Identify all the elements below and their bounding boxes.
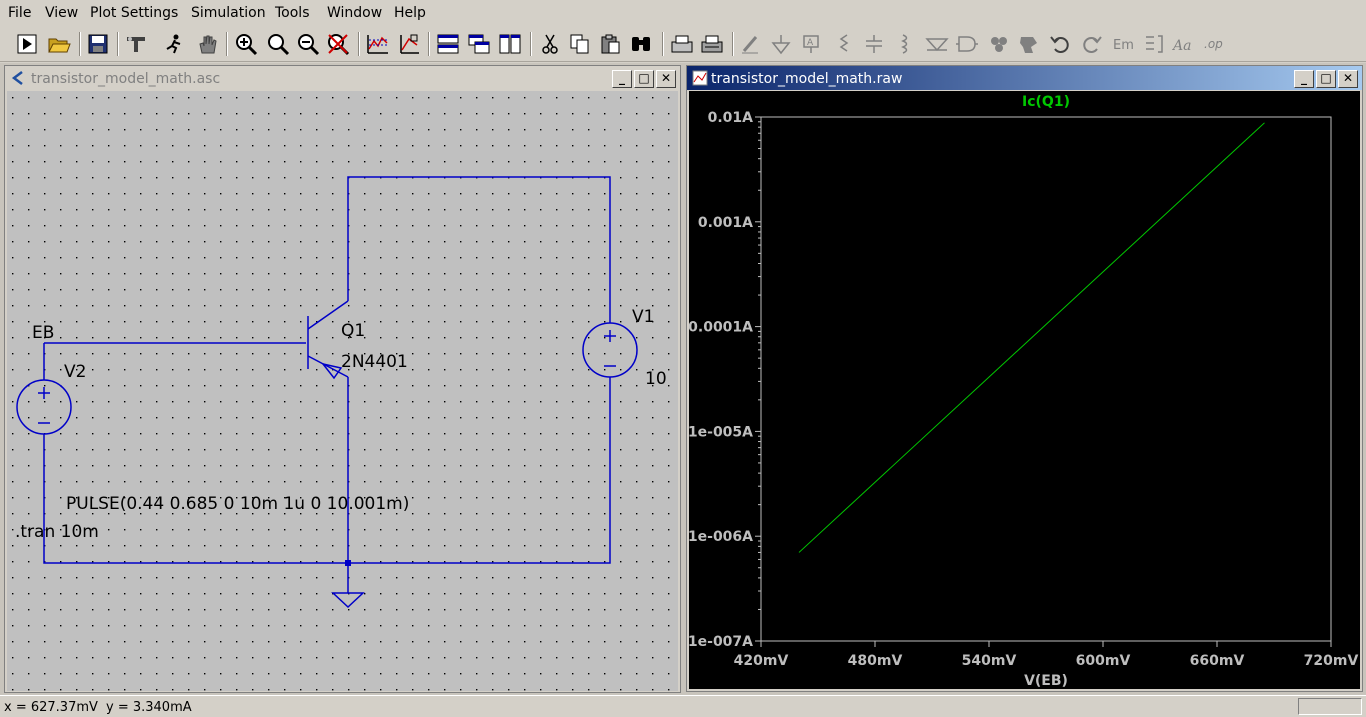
zoom-in-icon[interactable] (232, 30, 260, 58)
y-tick-label: 1e-006A (689, 529, 753, 545)
spice-directive-icon[interactable] (1140, 30, 1168, 58)
cut-icon[interactable] (536, 30, 564, 58)
status-y-coordinate: y = 3.340mA (106, 700, 192, 715)
font-icon[interactable]: Aa (1170, 30, 1198, 58)
svg-text:A: A (807, 38, 814, 48)
pan-icon[interactable] (193, 30, 221, 58)
wire-icon[interactable] (737, 30, 765, 58)
resistor-icon[interactable] (830, 30, 858, 58)
zoom-back-icon[interactable] (264, 30, 292, 58)
tile-horizontal-icon[interactable] (434, 30, 462, 58)
x-tick-label: 420mV (734, 653, 789, 669)
autorange-icon[interactable] (364, 30, 392, 58)
tile-vertical-icon[interactable] (496, 30, 524, 58)
schematic-window-icon (11, 71, 23, 85)
halt-icon[interactable] (160, 30, 188, 58)
op-directive-icon[interactable]: .op (1201, 30, 1229, 58)
manual-limits-icon[interactable] (395, 30, 423, 58)
svg-text:.op: .op (1204, 37, 1223, 51)
net-label-eb[interactable]: EB (32, 323, 54, 343)
status-panel (1298, 698, 1362, 715)
component-icon[interactable] (953, 30, 981, 58)
x-tick-label: 720mV (1304, 653, 1359, 669)
plot-window-title: transistor_model_math.raw (711, 71, 903, 87)
print-icon[interactable] (698, 30, 726, 58)
label-q1[interactable]: Q1 (341, 321, 365, 341)
waveform-window-icon (692, 70, 708, 86)
chart-title[interactable]: Ic(Q1) (1022, 94, 1070, 110)
schematic-window: transistor_model_math.asc _ □ ✕ EB V2 Q1… (4, 65, 681, 693)
plot-window: transistor_model_math.raw _ □ ✕ Ic(Q1) 0… (686, 65, 1363, 692)
maximize-button[interactable]: □ (634, 70, 654, 88)
minimize-button[interactable]: _ (1294, 70, 1314, 88)
close-button[interactable]: ✕ (1338, 70, 1358, 88)
open-icon[interactable] (45, 30, 73, 58)
inductor-icon[interactable] (891, 30, 919, 58)
menu-simulation[interactable]: Simulation (191, 5, 266, 21)
label-pulse[interactable]: PULSE(0.44 0.685 0 10m 1u 0 10.001m) (66, 494, 409, 514)
x-tick-label: 660mV (1190, 653, 1245, 669)
schematic-window-title: transistor_model_math.asc (31, 71, 221, 87)
x-axis-label: V(EB) (1024, 673, 1068, 689)
save-icon[interactable] (84, 30, 112, 58)
ground-icon[interactable] (767, 30, 795, 58)
mdi-workspace: transistor_model_math.asc _ □ ✕ EB V2 Q1… (0, 63, 1366, 695)
x-tick-label: 480mV (848, 653, 903, 669)
menu-plot-settings[interactable]: Plot Settings (90, 5, 178, 21)
paste-icon[interactable] (596, 30, 624, 58)
capacitor-icon[interactable] (860, 30, 888, 58)
y-tick-label: 1e-007A (689, 634, 753, 650)
svg-text:Em: Em (1113, 38, 1134, 53)
svg-text:Aa: Aa (1172, 38, 1191, 54)
label-v1[interactable]: V1 (632, 307, 654, 327)
junction-dot (345, 560, 351, 566)
maximize-button[interactable]: □ (1316, 70, 1336, 88)
toolbar: A Em Aa .op (0, 26, 1366, 62)
cascade-icon[interactable] (465, 30, 493, 58)
minimize-button[interactable]: _ (612, 70, 632, 88)
schematic-canvas[interactable]: EB V2 Q1 2N4401 V1 10 PULSE(0.44 0.685 0… (7, 91, 678, 691)
schematic-titlebar[interactable]: transistor_model_math.asc _ □ ✕ (5, 66, 680, 90)
menu-file[interactable]: File (8, 5, 31, 21)
y-tick-label: 0.01A (708, 110, 754, 126)
y-tick-label: 0.0001A (689, 320, 753, 336)
rotate-icon[interactable] (985, 30, 1013, 58)
plot-canvas[interactable]: Ic(Q1) 0.01A 0.001A 0.0001A 1e-005A 1e-006A 1… (689, 91, 1360, 689)
menu-window[interactable]: Window (327, 5, 382, 21)
menu-tools[interactable]: Tools (275, 5, 310, 21)
menu-help[interactable]: Help (394, 5, 426, 21)
plot-titlebar[interactable]: transistor_model_math.raw _ □ ✕ (687, 66, 1362, 90)
label-v2[interactable]: V2 (64, 362, 86, 382)
copy-icon[interactable] (566, 30, 594, 58)
status-bar: x = 627.37mV y = 3.340mA (0, 695, 1366, 717)
find-icon[interactable] (627, 30, 655, 58)
text-icon[interactable]: Em (1110, 30, 1138, 58)
redo-icon[interactable] (1078, 30, 1106, 58)
close-button[interactable]: ✕ (656, 70, 676, 88)
menu-bar: File View Plot Settings Simulation Tools… (0, 0, 1366, 26)
menu-view[interactable]: View (45, 5, 78, 21)
status-x-coordinate: x = 627.37mV (4, 700, 98, 715)
zoom-cancel-icon[interactable] (324, 30, 352, 58)
label-net-icon[interactable]: A (797, 30, 825, 58)
mirror-icon[interactable] (1015, 30, 1043, 58)
zoom-out-icon[interactable] (294, 30, 322, 58)
x-tick-label: 540mV (962, 653, 1017, 669)
run-icon[interactable] (13, 30, 41, 58)
undo-icon[interactable] (1046, 30, 1074, 58)
spice-directive-tran[interactable]: .tran 10m (15, 522, 99, 542)
diode-icon[interactable] (923, 30, 951, 58)
label-v1-value[interactable]: 10 (645, 369, 667, 389)
x-tick-label: 600mV (1076, 653, 1131, 669)
label-q1-model[interactable]: 2N4401 (341, 352, 408, 372)
print-preview-icon[interactable] (668, 30, 696, 58)
y-tick-label: 1e-005A (689, 424, 753, 440)
control-panel-icon[interactable] (122, 30, 150, 58)
y-tick-label: 0.001A (698, 215, 753, 231)
